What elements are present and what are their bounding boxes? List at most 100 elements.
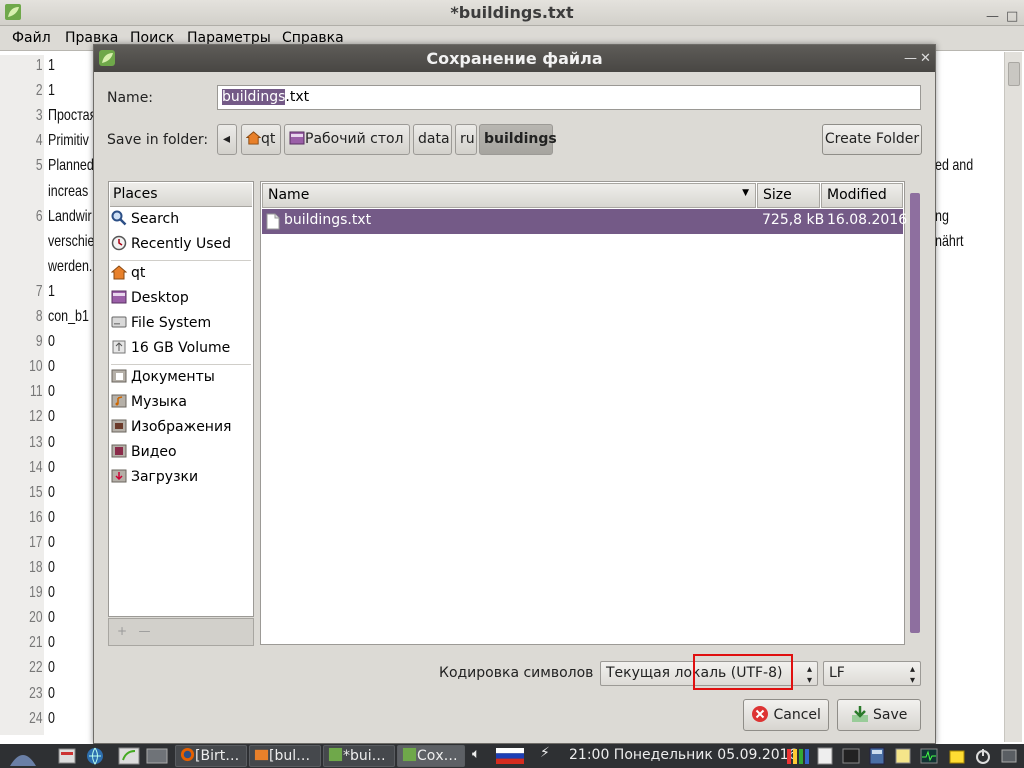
line-ending-select[interactable]: LF ▴ ▾ [823,661,921,686]
file-manager-icon[interactable] [58,747,76,765]
text-line: 0 [48,584,55,602]
place-pictures[interactable]: Изображения [111,418,251,440]
place-16gb-volume[interactable]: 16 GB Volume [111,339,251,361]
task-folder-label: [bul… [269,748,311,764]
column-header-modified[interactable]: Modified [821,183,903,208]
task-save-dialog[interactable]: Сох… [397,745,465,767]
breadcrumb-desktop-label: Рабочий стол [305,131,404,147]
place-recently-used-label: Recently Used [131,236,232,252]
text-line: 0 [48,483,55,501]
line-number: 10 [29,358,43,376]
start-menu-icon[interactable] [8,746,38,766]
editor-scroll-thumb[interactable] [1008,62,1020,86]
breadcrumb-buildings[interactable]: buildings [479,124,557,155]
remove-bookmark-icon[interactable]: — [139,624,151,638]
place-documents[interactable]: Документы [111,368,251,390]
line-number: 4 [35,132,43,150]
pencils-icon[interactable] [786,747,812,765]
dialog-minimize-icon[interactable]: — [904,45,917,72]
usb-drive-icon [112,340,126,354]
line-number: 5 [35,157,43,175]
breadcrumb-qt-label: qt [261,131,276,147]
place-downloads[interactable]: Загрузки [111,468,251,490]
task-firefox-label: [Birt… [195,748,240,764]
text-line: Landwir [48,207,92,225]
file-row[interactable]: buildings.txt 725,8 kB 16.08.2016 [262,209,907,234]
text-line: 0 [48,458,55,476]
clock[interactable]: 21:00 Понедельник 05.09.2016 [569,747,797,763]
firefox-icon [180,747,195,762]
place-qt-label: qt [131,265,146,281]
file-list[interactable]: Name ▼ Size Modified buildings.txt 725,8… [260,181,907,645]
pictures-folder-icon [111,419,127,433]
russian-flag-icon[interactable] [496,748,524,764]
desktop-switcher-icon[interactable] [1000,747,1018,765]
line-number: 19 [29,584,43,602]
calculator-icon[interactable] [868,747,886,765]
file-list-scrollbar[interactable] [908,181,922,645]
places-add-remove-bar: + — [108,618,254,646]
document-viewer-icon[interactable] [816,747,834,765]
leaf-app-icon [99,50,115,66]
volume-icon[interactable]: 🔈︎ [472,746,480,762]
cancel-label: Cancel [773,707,821,723]
file-list-scroll-thumb[interactable] [910,193,920,633]
place-file-system[interactable]: File System [111,314,251,336]
breadcrumb-desktop[interactable]: Рабочий стол [284,124,410,155]
place-desktop[interactable]: Desktop [111,289,251,311]
browser-globe-icon[interactable] [86,747,104,765]
cancel-button[interactable]: Cancel [743,699,829,731]
power-icon[interactable] [974,747,992,765]
file-name-input[interactable]: buildings.txt [217,85,921,110]
place-search[interactable]: Search [111,210,251,232]
folder-icon [254,749,269,761]
text-line: Простая [48,107,97,125]
line-number: 2 [35,82,43,100]
home-folder-icon [111,265,127,280]
place-music-label: Музыка [131,394,187,410]
breadcrumb-qt[interactable]: qt [241,124,281,155]
leaf-app-icon [402,747,417,762]
task-editor-label: *bui… [343,748,386,764]
place-downloads-label: Загрузки [131,469,199,485]
breadcrumb-back-arrow[interactable]: ◂ [217,124,237,155]
text-line: werden. [48,257,93,275]
highlight-annotation-box [693,654,793,690]
breadcrumb-ru[interactable]: ru [455,124,477,155]
dialog-close-icon[interactable]: ✕ [920,45,931,72]
place-qt[interactable]: qt [111,264,251,286]
terminal-icon[interactable] [842,747,860,765]
task-firefox[interactable]: [Birt… [175,745,247,767]
file-modified-cell: 16.08.2016 [827,212,908,228]
menu-file[interactable]: Файл [12,30,51,46]
place-recently-used[interactable]: Recently Used [111,235,251,257]
places-header[interactable]: Places [110,183,252,207]
line-number: 6 [35,207,43,225]
editor-scrollbar[interactable] [1004,52,1022,742]
place-music[interactable]: Музыка [111,393,251,415]
system-monitor-icon[interactable] [920,747,938,765]
column-header-name[interactable]: Name ▼ [262,183,756,208]
task-editor[interactable]: *bui… [323,745,395,767]
app-store-icon[interactable] [948,747,966,765]
column-header-size[interactable]: Size [757,183,820,208]
line-number: 3 [35,107,43,125]
desktop-icon[interactable] [146,747,168,765]
videos-folder-icon [111,444,127,458]
save-icon [851,706,868,722]
network-icon[interactable]: ⚡︎ [540,745,550,761]
notes-icon[interactable] [894,747,912,765]
place-videos[interactable]: Видео [111,443,251,465]
add-bookmark-icon[interactable]: + [117,624,127,638]
text-line: Planned [48,157,94,175]
save-file-dialog: Сохранение файла — ✕ Name: buildings.txt… [93,44,936,744]
create-folder-button[interactable]: Create Folder [822,124,922,155]
text-line: 1 [48,57,55,74]
text-editor-launcher-icon[interactable] [118,747,140,765]
breadcrumb-data[interactable]: data [413,124,452,155]
text-line: 0 [48,408,55,426]
place-file-system-label: File System [131,315,212,331]
save-button[interactable]: Save [837,699,921,731]
line-number: 20 [29,609,43,627]
task-folder[interactable]: [bul… [249,745,321,767]
